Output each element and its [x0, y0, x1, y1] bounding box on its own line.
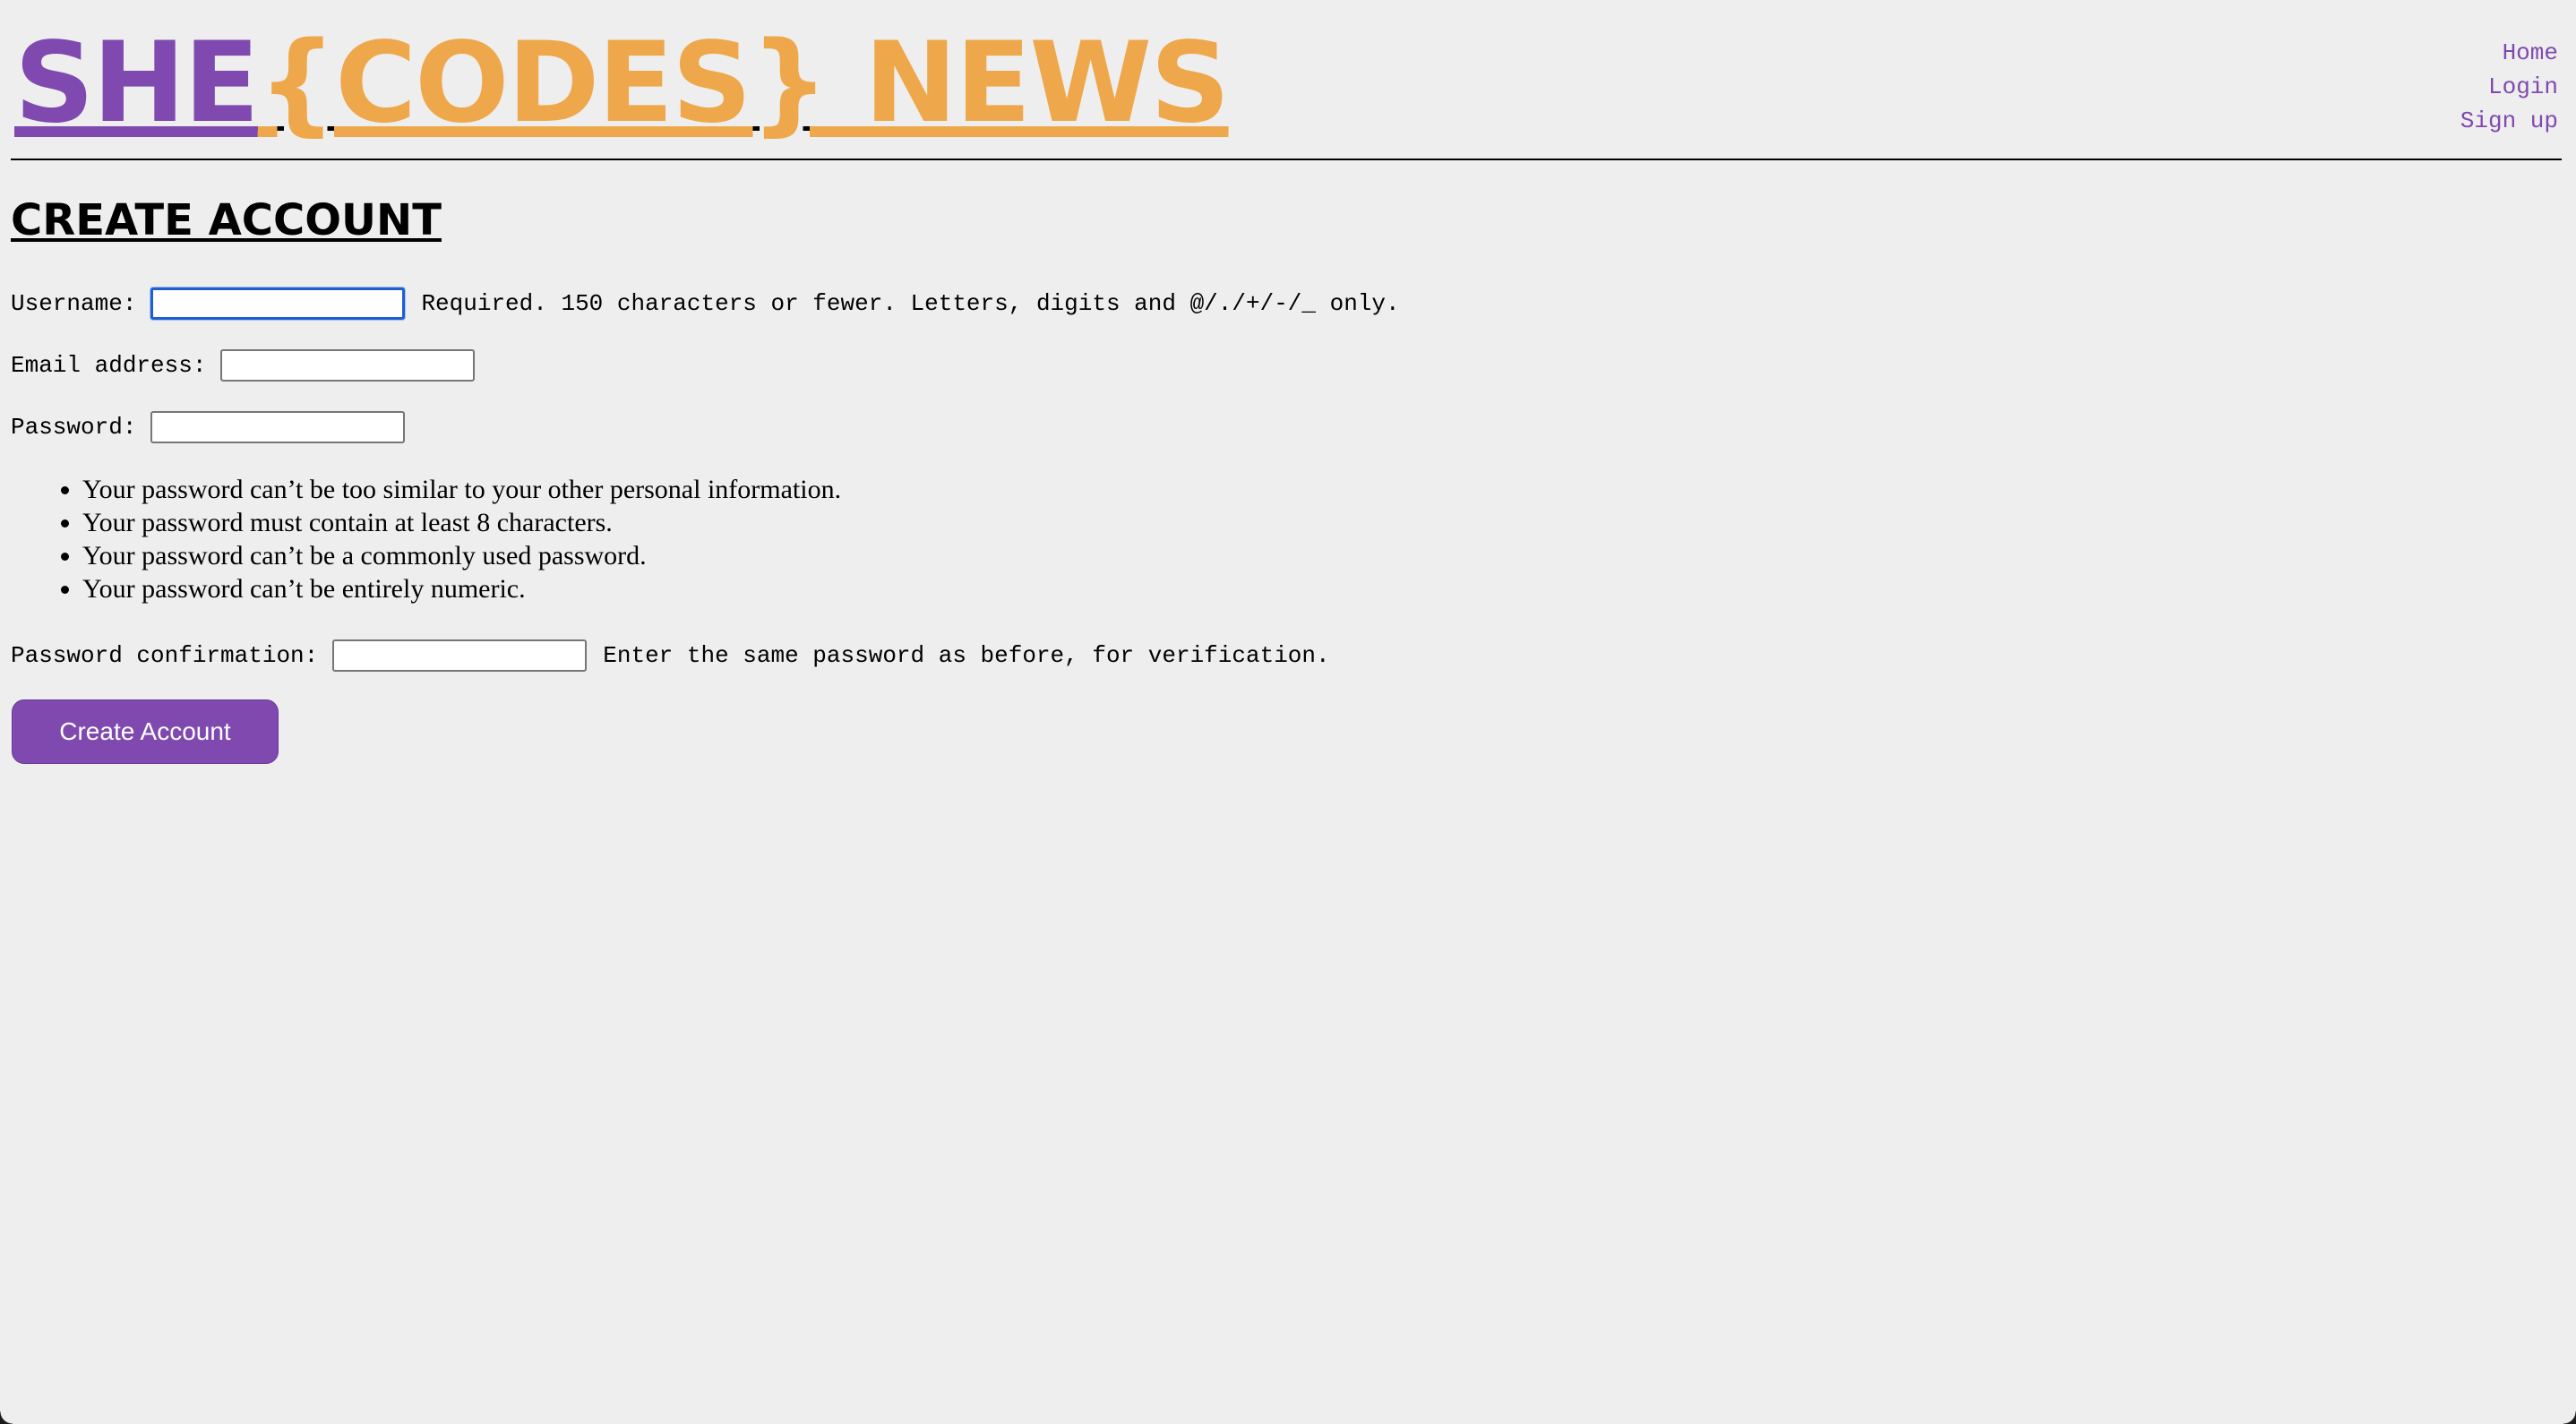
top-nav: Home Login Sign up [2460, 36, 2558, 138]
window-corner-left [0, 1411, 13, 1424]
nav-home-link[interactable]: Home [2460, 36, 2558, 70]
password-confirm-row: Password confirmation: Enter the same pa… [11, 639, 1330, 672]
password-rule-item: Your password must contain at least 8 ch… [82, 506, 841, 539]
email-row: Email address: [11, 349, 476, 382]
username-input[interactable] [150, 287, 406, 320]
password-row: Password: [11, 411, 406, 443]
password-confirm-help-text: Enter the same password as before, for v… [603, 642, 1330, 669]
password-confirm-label: Password confirmation: [11, 642, 319, 669]
window-corner-right [2563, 1411, 2576, 1424]
email-input[interactable] [220, 349, 476, 382]
logo-codes-news: {CODES} NEWS [257, 19, 1231, 148]
password-label: Password: [11, 414, 137, 441]
password-rule-item: Your password can’t be too similar to yo… [82, 473, 841, 506]
nav-login-link[interactable]: Login [2460, 70, 2558, 104]
page-title: CREATE ACCOUNT [11, 195, 442, 245]
username-row: Username: Required. 150 characters or fe… [11, 287, 1400, 320]
nav-signup-link[interactable]: Sign up [2460, 104, 2558, 138]
create-account-button[interactable]: Create Account [12, 699, 279, 764]
password-rules-list: Your password can’t be too similar to yo… [11, 473, 841, 605]
page: SHE{CODES} NEWS Home Login Sign up CREAT… [0, 0, 2576, 1424]
username-label: Username: [11, 290, 137, 317]
password-input[interactable] [150, 411, 406, 443]
site-logo-link[interactable]: SHE{CODES} NEWS [14, 16, 1231, 150]
password-confirm-input[interactable] [332, 639, 588, 672]
password-rule-item: Your password can’t be a commonly used p… [82, 539, 841, 572]
username-help-text: Required. 150 characters or fewer. Lette… [421, 290, 1400, 317]
email-label: Email address: [11, 352, 207, 379]
password-rule-item: Your password can’t be entirely numeric. [82, 572, 841, 605]
logo-she: SHE [14, 19, 260, 148]
header-divider [11, 159, 2562, 160]
